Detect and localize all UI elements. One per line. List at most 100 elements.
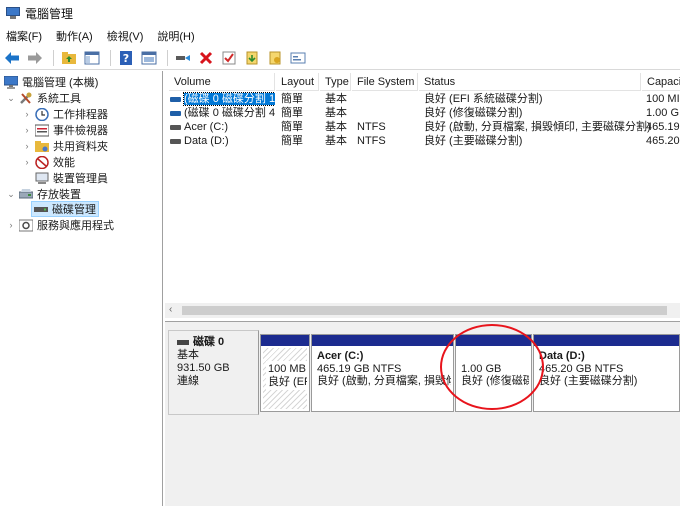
window-title: 電腦管理	[25, 6, 74, 21]
partition-recovery[interactable]: 1.00 GB 良好 (修復磁碟	[455, 334, 532, 412]
tree-item-computer-management[interactable]: 電腦管理 (本機)	[3, 74, 98, 90]
disk-info-panel[interactable]: 磁碟 0 基本 931.50 GB 連線	[168, 330, 259, 415]
volume-type: 基本	[325, 121, 347, 133]
partition-bar	[534, 335, 679, 346]
partition-name: Data (D:)	[539, 350, 585, 362]
tree-item-task-scheduler[interactable]: › 工作排程器	[22, 106, 108, 122]
console-icon[interactable]	[288, 48, 308, 68]
volume-capacity: 100 MI	[646, 93, 680, 105]
volume-name: Acer (C:)	[184, 121, 228, 133]
toolbar-separator	[53, 49, 54, 66]
partition-efi[interactable]: 100 MB 良好 (EF	[260, 334, 310, 412]
chevron-right-icon[interactable]: ›	[22, 125, 32, 135]
tree-item-system-tools[interactable]: ⌄ 系統工具	[6, 90, 81, 106]
table-row[interactable]: (磁碟 0 磁碟分割 4) 簡單 基本 良好 (修復磁碟分割) 1.00 G	[165, 106, 680, 121]
tree-item-disk-management[interactable]: 磁碟管理	[31, 201, 99, 217]
title-bar: 電腦管理	[0, 0, 680, 26]
column-header-volume[interactable]: Volume	[169, 73, 275, 91]
horizontal-scrollbar[interactable]: ‹	[165, 303, 680, 318]
clock-icon	[35, 107, 49, 121]
tree-label: 事件檢視器	[53, 125, 108, 137]
column-header-type[interactable]: Type	[320, 73, 351, 91]
partition-size: 1.00 GB	[461, 362, 502, 375]
column-header-status[interactable]: Status	[419, 73, 641, 91]
volume-file-system: NTFS	[357, 135, 386, 147]
back-arrow-icon[interactable]	[2, 48, 22, 68]
partition-size: 465.19 GB NTFS	[317, 362, 402, 375]
menu-help[interactable]: 說明(H)	[157, 28, 194, 44]
menu-file[interactable]: 檔案(F)	[6, 28, 42, 44]
tree-item-services-apps[interactable]: › 服務與應用程式	[6, 217, 114, 233]
chevron-right-icon[interactable]: ›	[6, 220, 16, 230]
partition-size: 100 MB	[268, 363, 306, 375]
volume-file-system: NTFS	[357, 121, 386, 133]
show-hide-tree-icon[interactable]	[82, 48, 102, 68]
chevron-down-icon[interactable]: ⌄	[6, 93, 16, 103]
tree-label: 系統工具	[37, 93, 81, 105]
disk-type: 基本	[177, 349, 199, 361]
chevron-right-icon[interactable]: ›	[22, 157, 32, 167]
volume-status: 良好 (EFI 系統磁碟分割)	[424, 93, 543, 105]
connect-icon[interactable]	[173, 48, 193, 68]
check-icon[interactable]	[219, 48, 239, 68]
properties-icon[interactable]	[139, 48, 159, 68]
volume-icon	[170, 110, 181, 116]
tree-item-storage[interactable]: ⌄ 存放裝置	[6, 186, 81, 202]
export-icon[interactable]	[265, 48, 285, 68]
scrollbar-thumb[interactable]	[182, 306, 667, 315]
partition-acer-c[interactable]: Acer (C:) 465.19 GB NTFS 良好 (啟動, 分頁檔案, 損…	[311, 334, 454, 412]
partition-data-d[interactable]: Data (D:) 465.20 GB NTFS 良好 (主要磁碟分割)	[533, 334, 680, 412]
help-icon[interactable]: ?	[116, 48, 136, 68]
import-icon[interactable]	[242, 48, 262, 68]
column-header-layout[interactable]: Layout	[276, 73, 319, 91]
chevron-right-icon[interactable]: ›	[22, 141, 32, 151]
tree-item-shared-folders[interactable]: › 共用資料夾	[22, 138, 108, 154]
disk-size: 931.50 GB	[177, 362, 230, 374]
computer-management-icon	[6, 7, 20, 19]
menu-view[interactable]: 檢視(V)	[107, 28, 144, 44]
table-row[interactable]: (磁碟 0 磁碟分割 1) 簡單 基本 良好 (EFI 系統磁碟分割) 100 …	[165, 92, 680, 107]
chevron-down-icon[interactable]: ⌄	[6, 189, 16, 199]
scroll-left-icon[interactable]: ‹	[169, 304, 172, 315]
volume-name: Data (D:)	[184, 135, 229, 147]
volume-icon	[170, 124, 181, 130]
toolbar: ?	[0, 46, 680, 70]
volume-icon	[170, 138, 181, 144]
disk-state: 連線	[177, 375, 199, 387]
tree-label: 效能	[53, 157, 75, 169]
column-header-capacity[interactable]: Capaci	[642, 73, 680, 91]
volume-type: 基本	[325, 93, 347, 105]
volume-layout: 簡單	[281, 121, 303, 133]
volume-icon	[170, 96, 181, 102]
shared-folder-icon	[35, 140, 49, 153]
volume-capacity: 1.00 G	[646, 107, 680, 119]
menu-action[interactable]: 動作(A)	[56, 28, 93, 44]
tree-item-event-viewer[interactable]: › 事件檢視器	[22, 122, 108, 138]
navigation-tree: 電腦管理 (本機) ⌄ 系統工具 › 工作排程器 › 事件檢視器 › 共用資料夾…	[0, 71, 163, 506]
event-viewer-icon	[34, 124, 50, 137]
partition-status: 良好 (修復磁碟	[461, 375, 529, 387]
forward-arrow-icon[interactable]	[25, 48, 45, 68]
performance-icon	[35, 155, 49, 169]
partition-name	[461, 350, 529, 363]
table-row[interactable]: Acer (C:) 簡單 基本 NTFS 良好 (啟動, 分頁檔案, 損毀傾印,…	[165, 120, 680, 135]
partition-status: 良好 (EF	[268, 375, 307, 388]
chevron-right-icon[interactable]: ›	[22, 109, 32, 119]
volume-list: Volume Layout Type File System Status Ca…	[165, 71, 680, 319]
tree-label: 存放裝置	[37, 189, 81, 201]
volume-name: (磁碟 0 磁碟分割 4)	[184, 107, 275, 119]
partition-bar	[261, 335, 309, 346]
tree-label: 共用資料夾	[53, 141, 108, 153]
delete-icon[interactable]	[196, 48, 216, 68]
tree-label: 裝置管理員	[53, 173, 108, 185]
tree-item-device-manager[interactable]: 裝置管理員	[35, 170, 108, 186]
table-row[interactable]: Data (D:) 簡單 基本 NTFS 良好 (主要磁碟分割) 465.20	[165, 134, 680, 149]
volume-type: 基本	[325, 135, 347, 147]
volume-type: 基本	[325, 107, 347, 119]
tree-item-performance[interactable]: › 效能	[22, 154, 75, 170]
column-header-file-system[interactable]: File System	[352, 73, 418, 91]
tree-label: 服務與應用程式	[37, 220, 114, 232]
toolbar-separator	[167, 49, 168, 66]
volume-layout: 簡單	[281, 107, 303, 119]
up-folder-icon[interactable]	[59, 48, 79, 68]
